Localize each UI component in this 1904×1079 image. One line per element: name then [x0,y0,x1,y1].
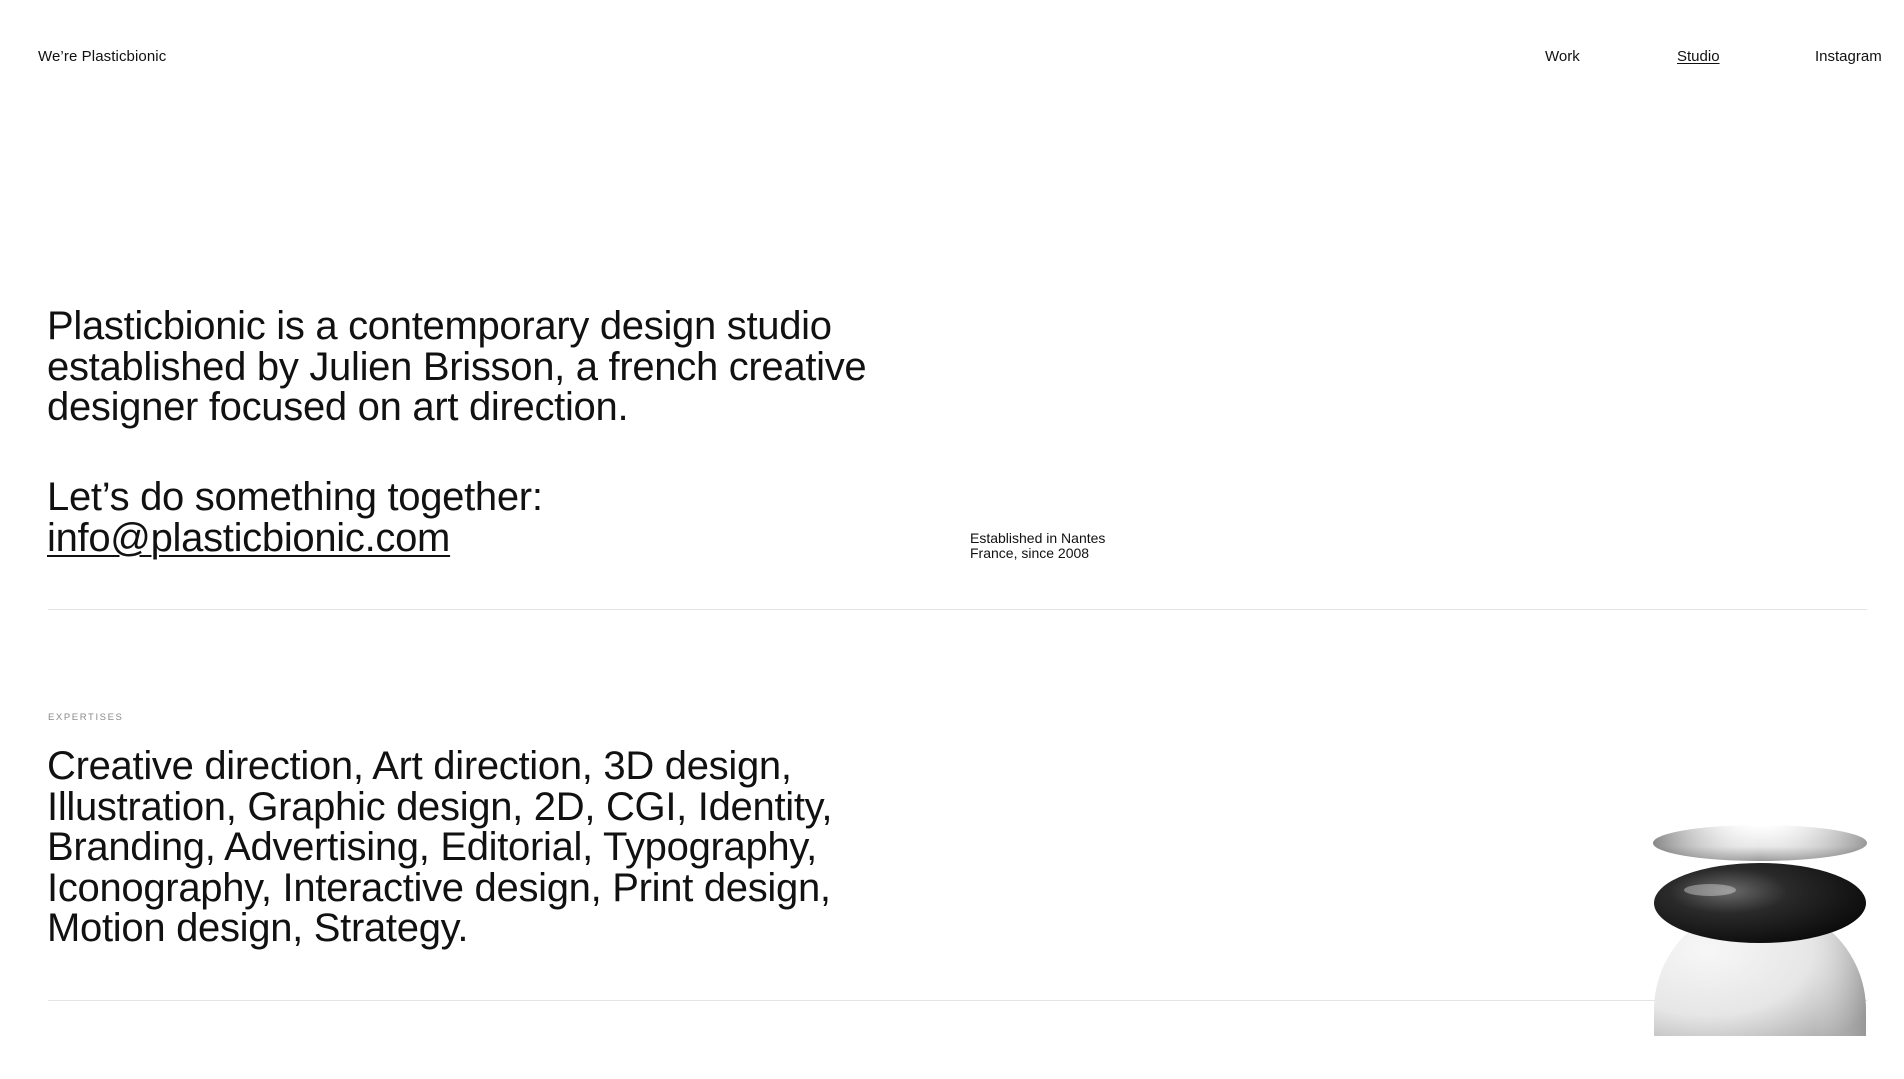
email-link[interactable]: info@plasticbionic.com [47,516,450,560]
section-divider [48,1000,1867,1001]
cta-text: Let’s do something together: [47,475,543,519]
section-divider [48,609,1867,610]
studio-intro-text: Plasticbionic is a contemporary design s… [47,304,867,429]
established-line-2: France, since 2008 [970,545,1090,561]
established-info: Established in Nantes France, since 2008 [970,531,1150,561]
established-line-1: Established in Nantes [970,530,1106,546]
stacked-shapes-sculpture [1653,825,1867,1036]
brand-link[interactable]: We’re Plasticbionic [38,48,166,65]
nav-studio-link[interactable]: Studio [1677,48,1720,65]
expertises-list: Creative direction, Art direction, 3D de… [47,744,833,950]
nav-work-link[interactable]: Work [1545,48,1580,65]
expertises-label: EXPERTISES [48,712,124,723]
nav-instagram-link[interactable]: Instagram [1815,48,1882,65]
contact-cta: Let’s do something together: info@plasti… [47,477,947,558]
